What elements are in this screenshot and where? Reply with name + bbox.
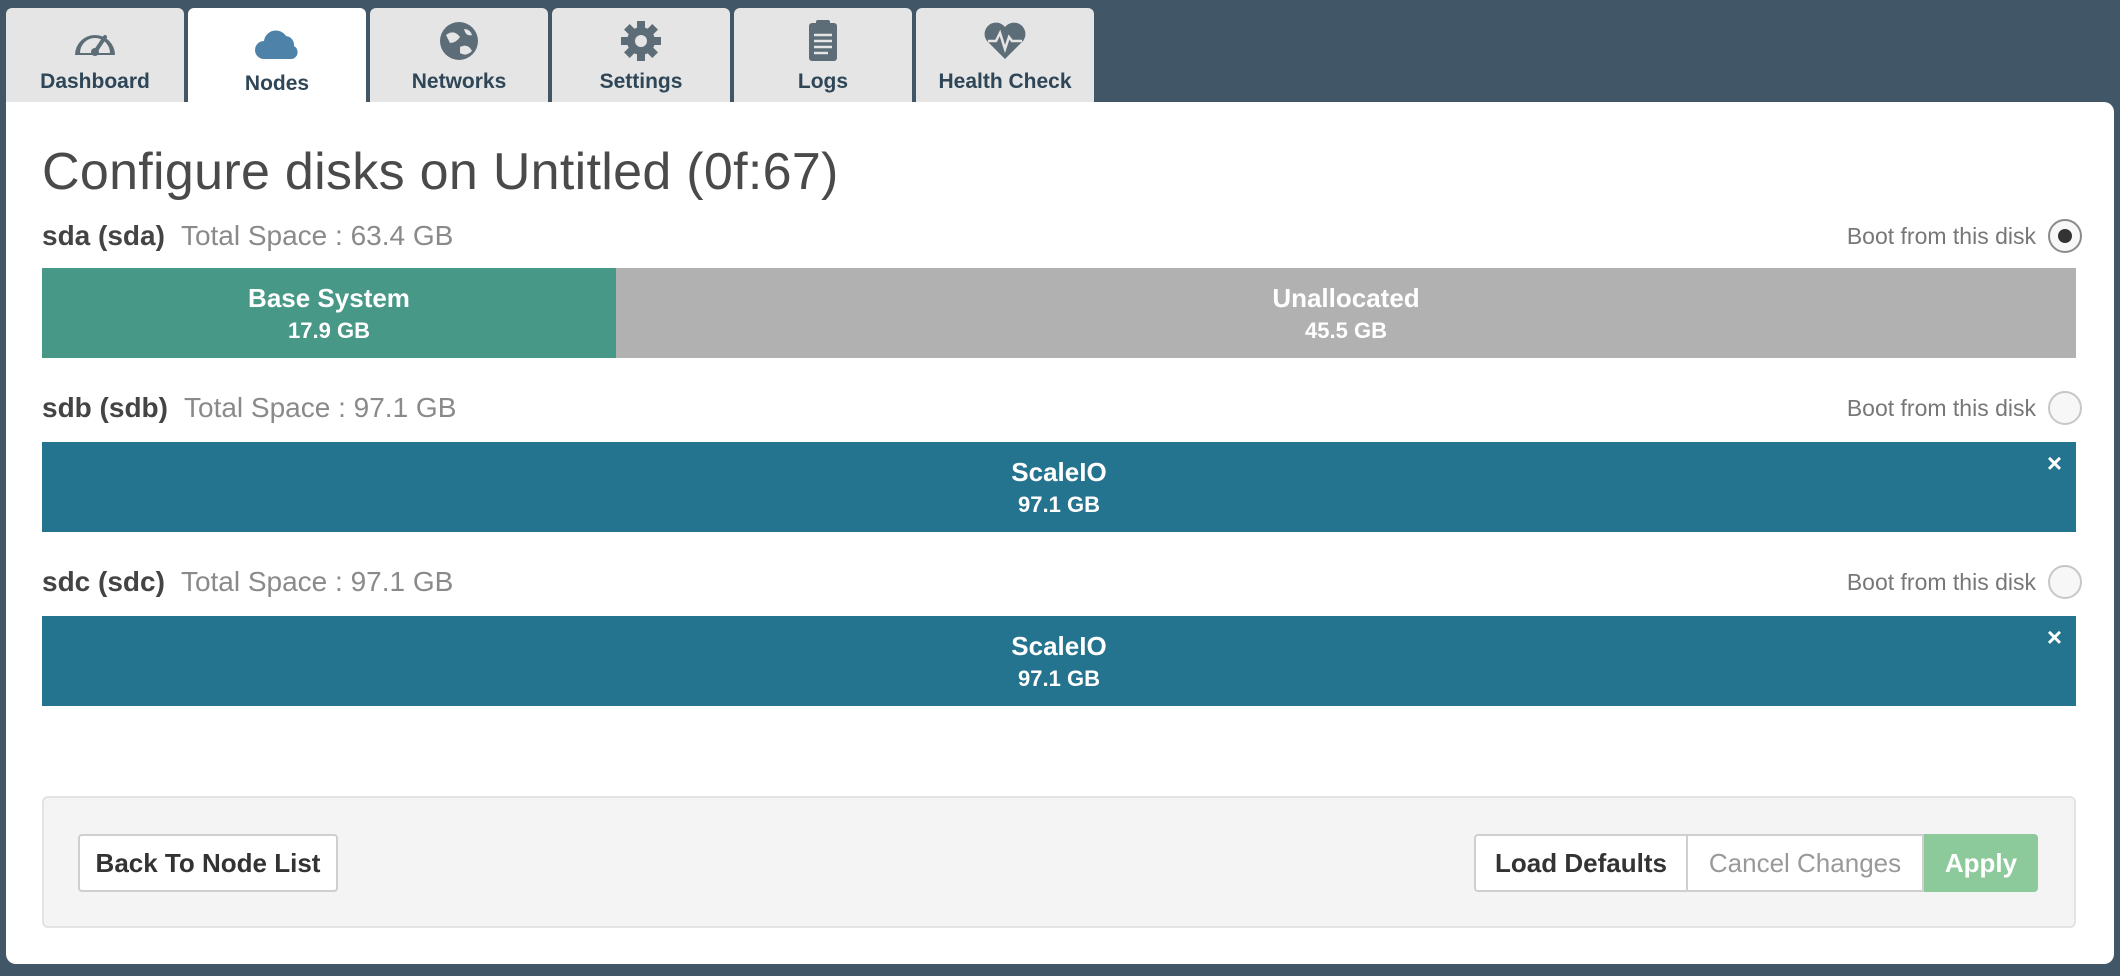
cancel-changes-button[interactable]: Cancel Changes [1688, 834, 1924, 892]
partition-label: ScaleIO [1011, 457, 1107, 487]
main-panel: Configure disks on Untitled (0f:67) sda … [6, 102, 2114, 964]
tab-label: Dashboard [40, 70, 150, 93]
partition-size: 45.5 GB [1305, 318, 1387, 343]
partition-base-system[interactable]: Base System 17.9 GB [42, 268, 616, 358]
load-defaults-button[interactable]: Load Defaults [1474, 834, 1688, 892]
cloud-icon [249, 20, 305, 66]
disk-bar-sdb: ScaleIO 97.1 GB × [42, 442, 2076, 532]
tab-networks[interactable]: Networks [370, 8, 548, 102]
action-button-group: Load Defaults Cancel Changes Apply [1474, 834, 2038, 892]
partition-size: 17.9 GB [288, 318, 370, 343]
tab-label: Health Check [938, 70, 1072, 93]
boot-label: Boot from this disk [1846, 222, 2036, 249]
heart-pulse-icon [977, 18, 1033, 64]
tab-dashboard[interactable]: Dashboard [6, 8, 184, 102]
boot-label: Boot from this disk [1846, 394, 2036, 421]
disk-total-space: Total Space : 97.1 GB [180, 566, 454, 597]
disk-name: sdb (sdb) [42, 392, 168, 423]
action-footer: Back To Node List Load Defaults Cancel C… [42, 796, 2076, 928]
boot-radio-sdb[interactable] [2048, 391, 2082, 425]
globe-network-icon [431, 18, 487, 64]
remove-partition-icon[interactable]: × [2047, 450, 2062, 476]
partition-label: Unallocated [1272, 283, 1420, 313]
boot-label: Boot from this disk [1846, 568, 2036, 595]
main-tab-bar: Dashboard Nodes Networks Settings Logs H… [6, 8, 1094, 104]
boot-option: Boot from this disk [1847, 388, 2082, 428]
tab-health-check[interactable]: Health Check [916, 8, 1094, 102]
disk-name: sda (sda) [42, 220, 165, 251]
boot-option: Boot from this disk [1847, 216, 2082, 256]
clipboard-icon [795, 18, 851, 64]
tab-label: Networks [411, 70, 507, 93]
tab-label: Nodes [244, 72, 310, 95]
page-title: Configure disks on Untitled (0f:67) [42, 143, 839, 201]
disk-header-sda: sda (sda) Total Space : 63.4 GB Boot fro… [42, 216, 2082, 256]
disk-bar-sda: Base System 17.9 GB Unallocated 45.5 GB [42, 268, 2076, 358]
boot-radio-sda[interactable] [2048, 219, 2082, 253]
partition-label: Base System [248, 283, 410, 313]
partition-scaleio[interactable]: ScaleIO 97.1 GB × [42, 442, 2076, 532]
boot-radio-sdc[interactable] [2048, 565, 2082, 599]
gear-icon [613, 18, 669, 64]
tab-settings[interactable]: Settings [552, 8, 730, 102]
back-to-node-list-button[interactable]: Back To Node List [78, 834, 338, 892]
boot-option: Boot from this disk [1847, 562, 2082, 602]
tab-label: Logs [797, 70, 849, 93]
disk-name: sdc (sdc) [42, 566, 165, 597]
partition-unallocated[interactable]: Unallocated 45.5 GB [616, 268, 2076, 358]
disk-header-sdb: sdb (sdb) Total Space : 97.1 GB Boot fro… [42, 388, 2082, 428]
partition-size: 97.1 GB [1018, 666, 1100, 691]
remove-partition-icon[interactable]: × [2047, 624, 2062, 650]
tab-label: Settings [599, 70, 683, 93]
disk-total-space: Total Space : 97.1 GB [184, 392, 457, 423]
disk-header-sdc: sdc (sdc) Total Space : 97.1 GB Boot fro… [42, 562, 2082, 602]
disk-total-space: Total Space : 63.4 GB [180, 220, 454, 251]
disk-bar-sdc: ScaleIO 97.1 GB × [42, 616, 2076, 706]
partition-label: ScaleIO [1011, 631, 1107, 661]
dashboard-gauge-icon [67, 18, 123, 64]
partition-size: 97.1 GB [1018, 492, 1100, 517]
tab-logs[interactable]: Logs [734, 8, 912, 102]
apply-button[interactable]: Apply [1924, 834, 2038, 892]
tab-nodes[interactable]: Nodes [188, 8, 366, 104]
partition-scaleio[interactable]: ScaleIO 97.1 GB × [42, 616, 2076, 706]
